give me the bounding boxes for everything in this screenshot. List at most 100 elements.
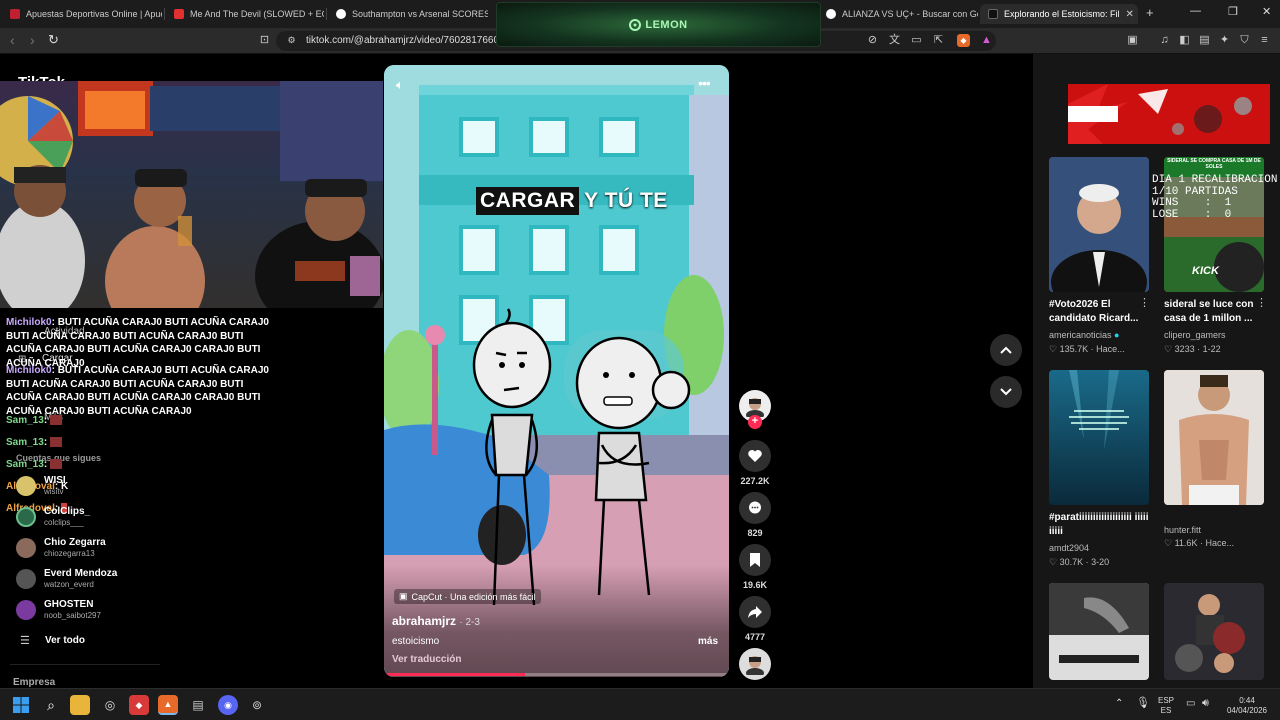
bookmark-icon[interactable]: ⊡ — [258, 34, 271, 47]
chat-username: Sam_13 — [6, 437, 44, 448]
video-author[interactable]: clipero_gamers — [1164, 330, 1226, 340]
chat-message: Michilok0: BUTI ACUÑA CARAJ0 BUTI ACUÑA … — [6, 365, 269, 417]
more-options-icon[interactable]: ⋮ — [1256, 296, 1267, 309]
chat-message: Sam_13: — [6, 436, 281, 450]
video-thumbnail[interactable] — [1049, 370, 1149, 505]
app-icon[interactable]: ⊚ — [247, 695, 267, 715]
video-thumbnail[interactable] — [1049, 583, 1149, 680]
vpn-icon[interactable]: ⛉ — [1238, 34, 1251, 47]
rewards-icon[interactable]: ▲ — [980, 34, 993, 47]
following-item[interactable]: WISI wisitv — [16, 473, 66, 499]
video-author[interactable]: abrahamjrz — [392, 614, 456, 628]
save-count: 19.6K — [742, 580, 768, 590]
game-app-icon[interactable]: ◆ — [129, 695, 149, 715]
music-icon[interactable]: ♫ — [1158, 34, 1171, 47]
more-link[interactable]: más — [698, 636, 718, 647]
video-stat-text: 30.7K · 3-20 — [1059, 557, 1110, 567]
banner-splash — [1068, 84, 1252, 144]
wallet-icon[interactable]: ▤ — [1198, 34, 1211, 47]
following-name: Everd Mendoza — [44, 568, 118, 579]
avatar — [16, 569, 36, 589]
reload-icon[interactable]: ↻ — [48, 32, 59, 48]
previous-video-button[interactable] — [990, 334, 1022, 366]
brave-browser-icon[interactable]: ▲ — [158, 695, 178, 715]
translate-icon[interactable]: 文 — [888, 34, 901, 47]
file-explorer-icon[interactable] — [70, 695, 90, 715]
video-author[interactable]: americanoticias — [1049, 330, 1112, 340]
capcut-badge[interactable]: ▣ CapCut · Una edición más fácil — [394, 589, 541, 604]
following-item[interactable]: Chio Zegarra chiozegarra13 — [16, 535, 106, 561]
brave-shield-icon[interactable]: ◆ — [957, 34, 970, 47]
volume-tray-icon[interactable]: 🔊︎ — [1202, 698, 1209, 709]
following-item[interactable]: ColClips_ colclips___ — [16, 504, 90, 530]
network-icon[interactable]: ▭ — [1186, 699, 1195, 709]
company-link[interactable]: Empresa — [13, 677, 55, 688]
new-tab-button[interactable]: + — [1146, 5, 1154, 20]
share-button[interactable]: 4777 — [739, 596, 771, 642]
close-tab-icon[interactable]: ✕ — [1126, 9, 1134, 20]
back-icon[interactable]: ‹ — [10, 32, 15, 48]
cast-icon[interactable]: ▭ — [910, 34, 923, 47]
emote-icon — [49, 437, 62, 448]
video-stats: ♡ 11.6K · Hace... — [1164, 538, 1234, 549]
tab-tiktok-active[interactable]: Explorando el Estoicismo: Fil ✕ — [980, 4, 1138, 24]
follow-plus-icon[interactable]: + — [748, 415, 762, 429]
like-button[interactable]: 227.2K — [739, 440, 771, 486]
site-info-icon[interactable]: ⚙ — [285, 34, 298, 47]
share-icon[interactable]: ⇱ — [932, 34, 945, 47]
following-item[interactable]: GHOSTEN noob_saibot297 — [16, 597, 101, 623]
close-window-icon[interactable]: ✕ — [1262, 5, 1271, 18]
comment-button[interactable]: 829 — [739, 492, 771, 538]
minimize-icon[interactable]: — — [1190, 5, 1201, 17]
tab-youtube[interactable]: Me And The Devil (SLOWED + ECO) — [166, 4, 324, 24]
video-title[interactable]: sideral se luce con casa de 1 millon ... — [1164, 298, 1256, 326]
video-player[interactable]: 🔈︎ ••• CARGAR Y TÚ TE ▣ CapCut · Una edi… — [384, 65, 729, 677]
video-author[interactable]: hunter.fitt — [1164, 525, 1201, 535]
more-options-icon[interactable]: ••• — [698, 75, 711, 91]
tab-label: Apuestas Deportivas Online | Apuesta — [26, 9, 162, 19]
sidebar-toggle-icon[interactable]: ▣ — [1126, 34, 1139, 47]
translate-link[interactable]: Ver traducción — [392, 654, 461, 665]
google-favicon-icon — [826, 9, 836, 19]
volume-icon[interactable]: 🔈︎ — [396, 77, 404, 93]
sound-avatar-button[interactable] — [739, 648, 771, 680]
following-item[interactable]: Everd Mendoza watzon_everd — [16, 566, 117, 592]
author-avatar-button[interactable]: + — [739, 390, 771, 429]
tiktok-favicon-icon — [988, 9, 998, 19]
thumbnail-kick-text: KICK — [1192, 265, 1219, 277]
tray-overflow-icon[interactable]: ⌃ — [1115, 699, 1123, 709]
video-thumbnail[interactable] — [1164, 370, 1264, 505]
discord-icon[interactable]: ◉ — [218, 695, 238, 715]
save-button[interactable]: 19.6K — [739, 544, 771, 590]
maximize-icon[interactable]: ❐ — [1228, 5, 1238, 18]
tab-apuestas[interactable]: Apuestas Deportivas Online | Apuesta — [2, 4, 162, 24]
avatar — [16, 600, 36, 620]
menu-icon[interactable]: ≡ — [1258, 34, 1271, 47]
tab-google-search[interactable]: ALIANZA VS UÇ+ - Buscar con Goog — [818, 4, 978, 24]
clock[interactable]: 0:44 04/04/2026 — [1224, 696, 1270, 716]
forward-icon[interactable]: › — [30, 32, 35, 48]
next-video-button[interactable] — [990, 376, 1022, 408]
steam-icon[interactable]: ◎ — [100, 695, 120, 715]
microphone-icon[interactable]: 🎙︎ — [1136, 698, 1150, 709]
tab-scores24[interactable]: Southampton vs Arsenal SCORES24 — [328, 4, 488, 24]
window-app-icon[interactable]: ▤ — [188, 695, 208, 715]
more-options-icon[interactable]: ⋮ — [1139, 296, 1150, 309]
video-author[interactable]: amdt2904 — [1049, 543, 1089, 553]
video-thumbnail[interactable] — [1049, 157, 1149, 292]
webcam-scene — [0, 81, 383, 308]
video-thumbnail[interactable] — [1164, 583, 1264, 680]
panel-icon[interactable]: ◧ — [1178, 34, 1191, 47]
search-icon[interactable]: ⌕ — [41, 695, 61, 715]
tab-label: Me And The Devil (SLOWED + ECO) — [190, 9, 324, 19]
following-handle: chiozegarra13 — [44, 549, 95, 558]
progress-bar[interactable] — [384, 673, 729, 676]
ai-icon[interactable]: ✦ — [1218, 34, 1231, 47]
reader-icon[interactable]: ⊘ — [866, 34, 879, 47]
video-title[interactable]: #paratiiiiiiiiiiiiiiiiiii iiiiiiiiii — [1049, 511, 1151, 539]
share-count: 4777 — [744, 632, 766, 642]
see-all-link[interactable]: Ver todo — [45, 635, 85, 646]
video-title[interactable]: #Voto2026 El candidato Ricard... — [1049, 298, 1139, 326]
windows-start-icon[interactable] — [11, 695, 31, 715]
language-indicator[interactable]: ESP ES — [1158, 696, 1174, 716]
